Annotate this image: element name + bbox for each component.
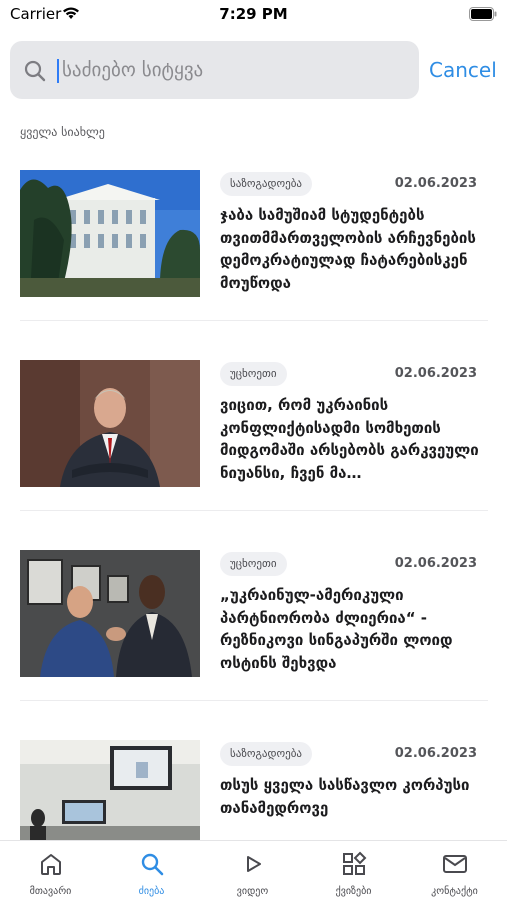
article-title[interactable]: ჯაბა სამუშიამ სტუდენტებს თვითმმართველობი… [220,204,482,294]
lecture-hall-photo[interactable] [20,740,200,840]
article-card[interactable]: უცხოეთი 02.06.2023 „უკრაინულ-ამერიკული პ… [20,550,488,710]
tab-contact[interactable]: კონტაქტი [404,841,505,901]
tab-home[interactable]: მთავარი [0,841,101,901]
category-badge: საზოგადოება [220,742,312,766]
mail-icon [443,855,467,873]
article-date: 02.06.2023 [394,746,477,761]
university-building-photo[interactable] [20,170,200,297]
search-bar: Cancel [10,41,497,99]
article-card[interactable]: საზოგადოება 02.06.2023 ჯაბა სამუშიამ სტუ… [20,170,488,330]
tab-label: კონტაქტი [431,886,478,897]
article-card[interactable]: უცხოეთი 02.06.2023 ვიცით, რომ უკრაინის კ… [20,360,488,520]
section-title: ყველა სიახლე [20,125,105,139]
tab-search[interactable]: ძიება [101,841,202,901]
search-input[interactable] [62,51,402,89]
category-badge: საზოგადოება [220,172,312,196]
handshake-meeting-photo[interactable] [20,550,200,677]
official-portrait-photo[interactable] [20,360,200,487]
article-title[interactable]: „უკრაინულ-ამერიკული პარტნიორობა ძლიერია“… [220,584,482,674]
home-icon [41,854,61,875]
search-icon [141,853,164,876]
article-title[interactable]: თსუს ყველა სასწავლო კორპუსი თანამედროვე [220,774,482,819]
battery-icon [469,7,497,21]
article-card[interactable]: საზოგადოება 02.06.2023 თსუს ყველა სასწავ… [20,740,488,840]
article-date: 02.06.2023 [394,176,477,191]
divider [20,510,488,511]
news-feed[interactable]: საზოგადოება 02.06.2023 ჯაბა სამუშიამ სტუ… [0,170,507,840]
article-title[interactable]: ვიცით, რომ უკრაინის კონფლიქტისადმი სომხე… [220,394,482,484]
tab-label: ვიდეო [236,886,269,897]
cancel-button[interactable]: Cancel [429,55,501,85]
grid-icon [343,851,367,875]
article-date: 02.06.2023 [394,366,477,381]
tab-label: ძიება [138,886,165,897]
tab-bar: მთავარი ძიება ვიდეო ქვიზები კონტაქტი [0,840,507,900]
category-badge: უცხოეთი [220,362,287,386]
article-date: 02.06.2023 [394,556,477,571]
tab-label: მთავარი [29,886,72,897]
status-bar: Carrier 7:29 PM [0,0,507,30]
text-cursor [57,59,59,83]
play-icon [247,856,261,872]
tab-video[interactable]: ვიდეო [202,841,303,901]
search-icon [24,60,46,82]
category-badge: უცხოეთი [220,552,287,576]
divider [20,700,488,701]
divider [20,320,488,321]
clock: 7:29 PM [219,5,288,23]
search-field[interactable] [10,41,419,99]
tab-quizzes[interactable]: ქვიზები [303,841,404,901]
tab-label: ქვიზები [335,886,372,897]
